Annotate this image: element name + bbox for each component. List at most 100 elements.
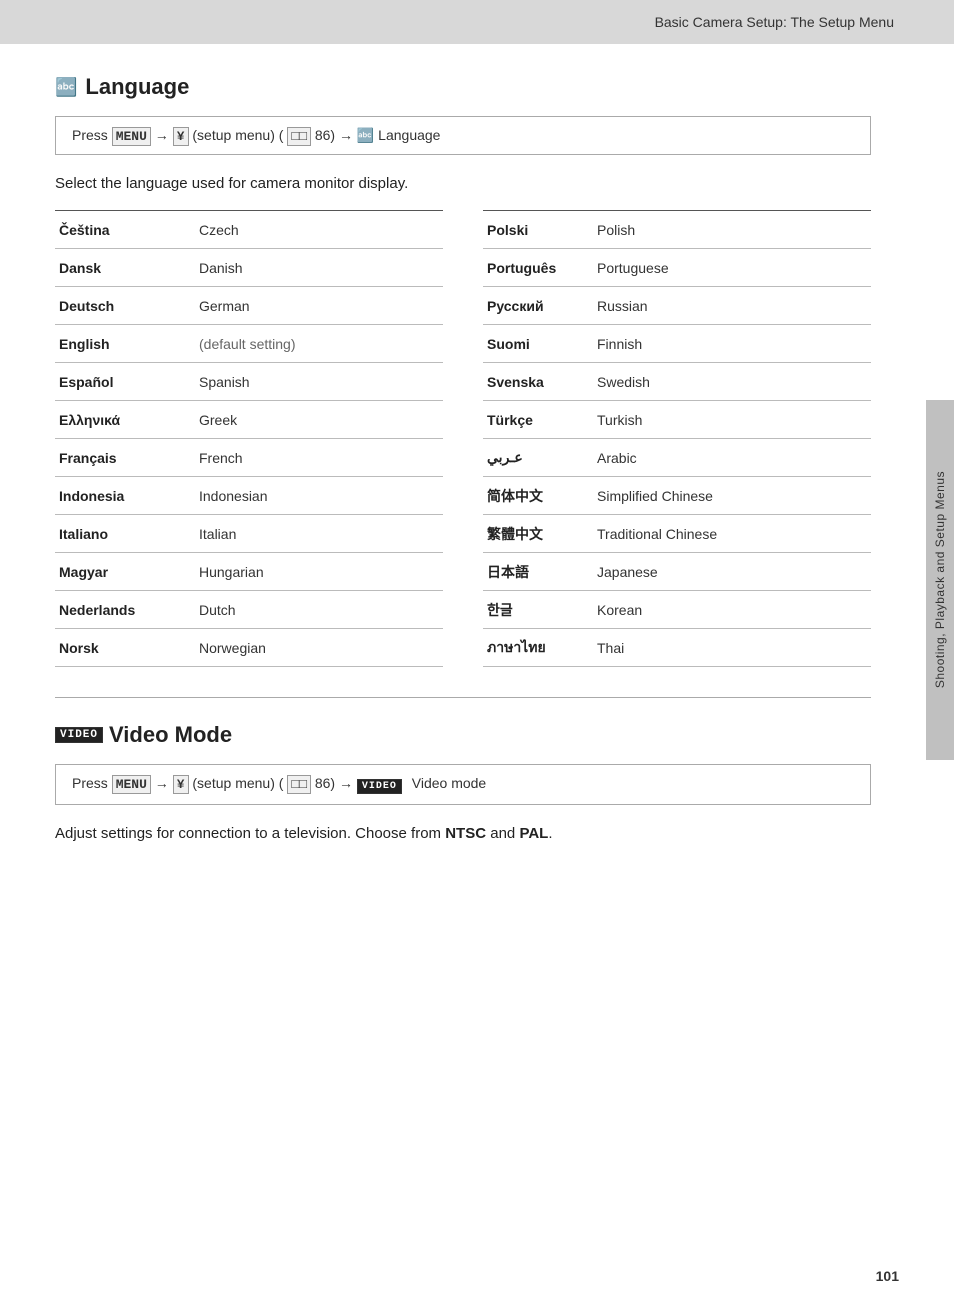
table-row: English(default setting)	[55, 325, 443, 363]
language-left-column: ČeštinaCzechDanskDanishDeutschGermanEngl…	[55, 210, 443, 667]
lang-native: ภาษาไทย	[483, 631, 593, 665]
page-ref: □□	[287, 127, 311, 146]
table-row: SvenskaSwedish	[483, 363, 871, 401]
video-menu-box: Press MENU → ¥ (setup menu) ( □□ 86) → V…	[55, 764, 871, 805]
table-row: MagyarHungarian	[55, 553, 443, 591]
lang-english: Dutch	[195, 596, 240, 624]
side-tab: Shooting, Playback and Setup Menus	[926, 400, 954, 760]
lang-english: French	[195, 444, 247, 472]
ntsc-label: NTSC	[445, 825, 486, 842]
column-separator	[443, 210, 483, 667]
lang-english: Turkish	[593, 406, 646, 434]
video-icon: VIDEO	[55, 727, 103, 743]
lang-native: Magyar	[55, 558, 195, 586]
lang-native: Türkçe	[483, 406, 593, 434]
language-heading: Language	[85, 74, 189, 100]
lang-english: Russian	[593, 292, 652, 320]
language-description: Select the language used for camera moni…	[55, 175, 871, 192]
language-table: ČeštinaCzechDanskDanishDeutschGermanEngl…	[55, 210, 871, 667]
lang-english: Danish	[195, 254, 247, 282]
lang-english: (default setting)	[195, 330, 300, 358]
video-setup-icon: ¥	[173, 775, 189, 794]
video-description: Adjust settings for connection to a tele…	[55, 825, 871, 842]
video-menu-key: MENU	[112, 775, 151, 794]
table-row: SuomiFinnish	[483, 325, 871, 363]
lang-native: Français	[55, 444, 195, 472]
lang-english: Norwegian	[195, 634, 270, 662]
lang-native: عـربي	[483, 443, 593, 472]
lang-native: Nederlands	[55, 596, 195, 624]
lang-english: Indonesian	[195, 482, 272, 510]
lang-english: German	[195, 292, 254, 320]
video-icon-inline: VIDEO	[357, 779, 402, 794]
video-heading: Video Mode	[109, 722, 232, 748]
table-row: PortuguêsPortuguese	[483, 249, 871, 287]
lang-english: Japanese	[593, 558, 662, 586]
table-row: ΕλληνικάGreek	[55, 401, 443, 439]
lang-english: Czech	[195, 216, 243, 244]
table-row: NorskNorwegian	[55, 629, 443, 667]
table-row: DeutschGerman	[55, 287, 443, 325]
table-row: 日本語Japanese	[483, 553, 871, 591]
lang-english: Spanish	[195, 368, 254, 396]
table-row: 简体中文Simplified Chinese	[483, 477, 871, 515]
table-row: РусскийRussian	[483, 287, 871, 325]
lang-english: Finnish	[593, 330, 646, 358]
lang-native: Deutsch	[55, 292, 195, 320]
language-section-title: 🔤 Language	[55, 74, 871, 100]
lang-english: Italian	[195, 520, 240, 548]
top-bar: Basic Camera Setup: The Setup Menu	[0, 0, 954, 44]
lang-native: Indonesia	[55, 482, 195, 510]
table-row: PolskiPolish	[483, 211, 871, 249]
lang-native: Português	[483, 254, 593, 282]
lang-english: Swedish	[593, 368, 654, 396]
table-row: ItalianoItalian	[55, 515, 443, 553]
lang-english: Thai	[593, 634, 628, 662]
video-page-ref: □□	[287, 775, 311, 794]
language-menu-box: Press MENU → ¥ (setup menu) ( □□ 86) → 🔤…	[55, 116, 871, 155]
lang-english: Traditional Chinese	[593, 520, 721, 548]
lang-native: Italiano	[55, 520, 195, 548]
page-number: 101	[876, 1268, 899, 1284]
table-row: 한글Korean	[483, 591, 871, 629]
language-right-column: PolskiPolishPortuguêsPortugueseРусскийRu…	[483, 210, 871, 667]
lang-native: Norsk	[55, 634, 195, 662]
table-row: IndonesiaIndonesian	[55, 477, 443, 515]
page-header-title: Basic Camera Setup: The Setup Menu	[655, 14, 894, 30]
section-divider	[55, 697, 871, 698]
lang-native: Polski	[483, 216, 593, 244]
table-row: ČeštinaCzech	[55, 211, 443, 249]
lang-english: Korean	[593, 596, 646, 624]
table-row: DanskDanish	[55, 249, 443, 287]
table-row: NederlandsDutch	[55, 591, 443, 629]
lang-english: Portuguese	[593, 254, 673, 282]
lang-native: Русский	[483, 292, 593, 320]
lang-native: 日本語	[483, 556, 593, 588]
lang-native: Ελληνικά	[55, 406, 195, 434]
lang-icon-inline: 🔤	[357, 127, 374, 143]
lang-native: Español	[55, 368, 195, 396]
language-icon: 🔤	[55, 77, 77, 98]
lang-native: Suomi	[483, 330, 593, 358]
table-row: عـربيArabic	[483, 439, 871, 477]
lang-native: Dansk	[55, 254, 195, 282]
table-row: FrançaisFrench	[55, 439, 443, 477]
table-row: 繁體中文Traditional Chinese	[483, 515, 871, 553]
table-row: TürkçeTurkish	[483, 401, 871, 439]
lang-english: Greek	[195, 406, 241, 434]
main-content: 🔤 Language Press MENU → ¥ (setup menu) (…	[0, 44, 926, 900]
menu-key: MENU	[112, 127, 151, 146]
lang-native: 简体中文	[483, 480, 593, 512]
lang-english: Arabic	[593, 444, 641, 472]
lang-native: English	[55, 330, 195, 358]
lang-english: Hungarian	[195, 558, 268, 586]
lang-native: Čeština	[55, 216, 195, 244]
table-row: ภาษาไทยThai	[483, 629, 871, 667]
lang-native: 한글	[483, 594, 593, 626]
pal-label: PAL	[519, 825, 548, 842]
lang-native: Svenska	[483, 368, 593, 396]
side-tab-text: Shooting, Playback and Setup Menus	[933, 471, 947, 688]
lang-english: Polish	[593, 216, 639, 244]
lang-english: Simplified Chinese	[593, 482, 717, 510]
video-section-title: VIDEO Video Mode	[55, 722, 871, 748]
